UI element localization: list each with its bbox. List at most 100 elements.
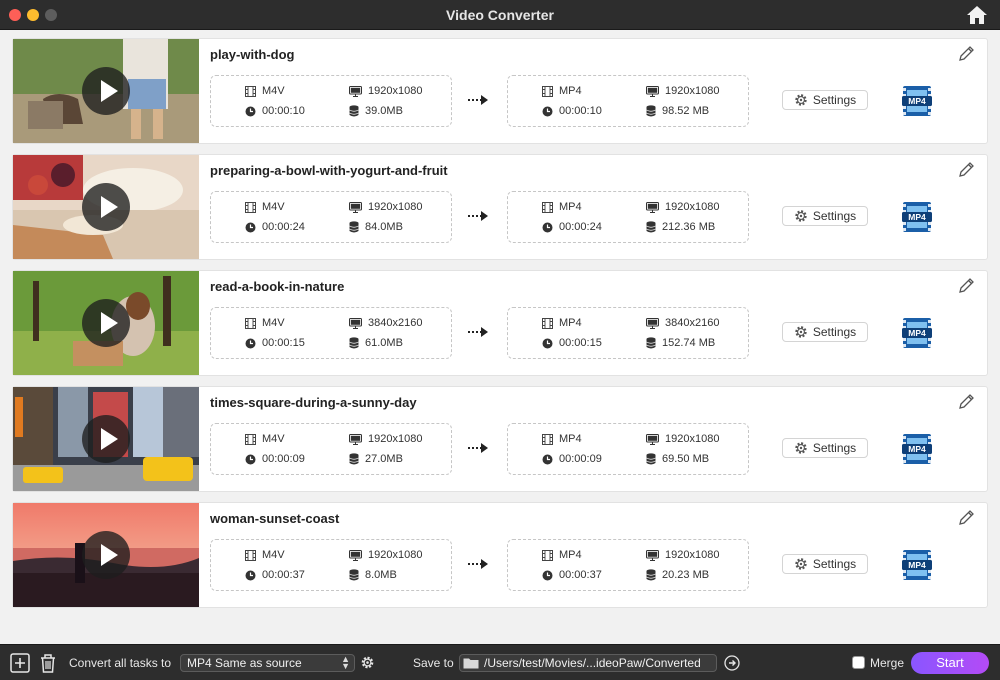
output-duration: 00:00:15 bbox=[542, 337, 602, 349]
mp4-format-icon[interactable]: MP4 bbox=[901, 433, 933, 465]
mp4-format-icon[interactable]: MP4 bbox=[901, 317, 933, 349]
convert-arrow-icon bbox=[468, 327, 488, 337]
output-resolution: 1920x1080 bbox=[646, 549, 719, 561]
settings-button[interactable]: Settings bbox=[782, 438, 868, 458]
source-resolution: 1920x1080 bbox=[349, 549, 422, 561]
output-format: MP4 bbox=[542, 201, 582, 213]
play-icon[interactable] bbox=[82, 531, 130, 579]
settings-button[interactable]: Settings bbox=[782, 322, 868, 342]
task-row: read-a-book-in-nature M4V 00:00:15 3840x216… bbox=[12, 270, 988, 376]
edit-pencil-icon[interactable] bbox=[957, 509, 975, 527]
mp4-badge-text: MP4 bbox=[908, 560, 926, 570]
output-format-value: MP4 Same as source bbox=[187, 656, 302, 670]
play-icon[interactable] bbox=[82, 183, 130, 231]
settings-button[interactable]: Settings bbox=[782, 90, 868, 110]
source-resolution: 3840x2160 bbox=[349, 317, 422, 329]
settings-button[interactable]: Settings bbox=[782, 554, 868, 574]
save-path-field[interactable]: /Users/test/Movies/...ideoPaw/Converted bbox=[459, 654, 717, 672]
source-info-box: M4V 00:00:24 1920x1080 84.0MB bbox=[210, 191, 452, 243]
mp4-badge-text: MP4 bbox=[908, 212, 926, 222]
merge-label: Merge bbox=[870, 656, 905, 670]
open-folder-arrow-icon[interactable] bbox=[724, 655, 740, 671]
source-size: 84.0MB bbox=[349, 221, 403, 233]
edit-pencil-icon[interactable] bbox=[957, 45, 975, 63]
edit-pencil-icon[interactable] bbox=[957, 277, 975, 295]
save-to-label: Save to bbox=[413, 656, 454, 670]
output-size: 98.52 MB bbox=[646, 105, 709, 117]
convert-arrow-icon bbox=[468, 443, 488, 453]
convert-arrow-icon bbox=[468, 559, 488, 569]
output-info-box: MP4 00:00:09 1920x1080 69.50 MB bbox=[507, 423, 749, 475]
settings-button[interactable]: Settings bbox=[782, 206, 868, 226]
task-file-name: woman-sunset-coast bbox=[210, 511, 340, 526]
source-info-box: M4V 00:00:15 3840x2160 61.0MB bbox=[210, 307, 452, 359]
mp4-badge-text: MP4 bbox=[908, 96, 926, 106]
play-icon[interactable] bbox=[82, 415, 130, 463]
output-format: MP4 bbox=[542, 317, 582, 329]
gear-icon bbox=[794, 325, 813, 339]
output-size: 69.50 MB bbox=[646, 453, 709, 465]
settings-label: Settings bbox=[812, 441, 857, 455]
video-thumbnail[interactable] bbox=[13, 271, 199, 375]
output-resolution: 1920x1080 bbox=[646, 201, 719, 213]
output-info-box: MP4 00:00:15 3840x2160 152.74 MB bbox=[507, 307, 749, 359]
source-duration: 00:00:10 bbox=[245, 105, 305, 117]
home-icon[interactable] bbox=[966, 4, 988, 26]
output-resolution: 1920x1080 bbox=[646, 433, 719, 445]
video-thumbnail[interactable] bbox=[13, 503, 199, 607]
task-row: times-square-during-a-sunny-day M4V 00:00:… bbox=[12, 386, 988, 492]
output-format: MP4 bbox=[542, 549, 582, 561]
output-size: 20.23 MB bbox=[646, 569, 709, 581]
source-duration: 00:00:37 bbox=[245, 569, 305, 581]
task-row: woman-sunset-coast M4V 00:00:37 1920x1080 8.… bbox=[12, 502, 988, 608]
convert-all-label: Convert all tasks to bbox=[69, 656, 172, 670]
gear-icon bbox=[794, 557, 813, 571]
source-duration: 00:00:15 bbox=[245, 337, 305, 349]
output-info-box: MP4 00:00:10 1920x1080 98.52 MB bbox=[507, 75, 749, 127]
task-file-name: read-a-book-in-nature bbox=[210, 279, 345, 294]
play-icon[interactable] bbox=[82, 67, 130, 115]
task-file-name: play-with-dog bbox=[210, 47, 295, 62]
output-duration: 00:00:24 bbox=[542, 221, 602, 233]
output-info-box: MP4 00:00:37 1920x1080 20.23 MB bbox=[507, 539, 749, 591]
settings-label: Settings bbox=[812, 209, 857, 223]
source-resolution: 1920x1080 bbox=[349, 433, 422, 445]
source-resolution: 1920x1080 bbox=[349, 85, 422, 97]
video-thumbnail[interactable] bbox=[13, 155, 199, 259]
output-format-select[interactable]: MP4 Same as source ▲ ▼ bbox=[180, 654, 355, 672]
bottom-toolbar: Convert all tasks to MP4 Same as source … bbox=[0, 644, 1000, 680]
video-thumbnail[interactable] bbox=[13, 39, 199, 143]
gear-icon bbox=[794, 93, 813, 107]
add-file-icon[interactable] bbox=[10, 653, 30, 673]
merge-checkbox[interactable] bbox=[852, 656, 865, 669]
output-size: 152.74 MB bbox=[646, 337, 715, 349]
source-format: M4V bbox=[245, 85, 285, 97]
output-duration: 00:00:09 bbox=[542, 453, 602, 465]
source-size: 8.0MB bbox=[349, 569, 397, 581]
window-title: Video Converter bbox=[446, 7, 554, 23]
video-thumbnail[interactable] bbox=[13, 387, 199, 491]
mp4-badge-text: MP4 bbox=[908, 444, 926, 454]
play-icon[interactable] bbox=[82, 299, 130, 347]
output-size: 212.36 MB bbox=[646, 221, 715, 233]
task-row: preparing-a-bowl-with-yogurt-and-fruit M4… bbox=[12, 154, 988, 260]
output-format: MP4 bbox=[542, 433, 582, 445]
task-file-name: preparing-a-bowl-with-yogurt-and-fruit bbox=[210, 163, 448, 178]
mp4-badge-text: MP4 bbox=[908, 328, 926, 338]
edit-pencil-icon[interactable] bbox=[957, 393, 975, 411]
source-duration: 00:00:24 bbox=[245, 221, 305, 233]
source-format: M4V bbox=[245, 549, 285, 561]
source-size: 61.0MB bbox=[349, 337, 403, 349]
output-duration: 00:00:37 bbox=[542, 569, 602, 581]
source-format: M4V bbox=[245, 433, 285, 445]
mp4-format-icon[interactable]: MP4 bbox=[901, 85, 933, 117]
trash-icon[interactable] bbox=[39, 653, 57, 673]
edit-pencil-icon[interactable] bbox=[957, 161, 975, 179]
settings-label: Settings bbox=[812, 93, 857, 107]
mp4-format-icon[interactable]: MP4 bbox=[901, 549, 933, 581]
format-settings-gear-icon[interactable] bbox=[360, 655, 375, 670]
mp4-format-icon[interactable]: MP4 bbox=[901, 201, 933, 233]
start-button[interactable]: Start bbox=[911, 652, 989, 674]
output-resolution: 3840x2160 bbox=[646, 317, 719, 329]
settings-label: Settings bbox=[812, 557, 857, 571]
